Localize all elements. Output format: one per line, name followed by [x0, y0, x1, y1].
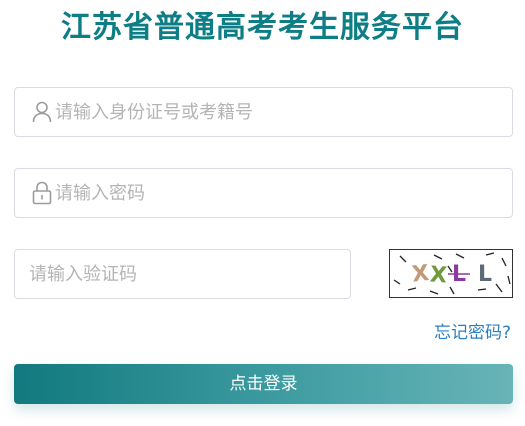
page-title: 江苏省普通高考考生服务平台	[61, 10, 464, 45]
captcha-char-4: L	[478, 262, 492, 287]
forgot-password-link[interactable]: 忘记密码?	[434, 322, 511, 344]
captcha-image[interactable]: X X L L	[389, 249, 513, 298]
login-page: 江苏省普通高考考生服务平台 请输入身份证号或考籍号 请输入验证码 X X L L…	[0, 0, 525, 426]
captcha-char-1: X	[411, 261, 431, 288]
id-number-field[interactable]	[14, 87, 513, 137]
password-input[interactable]	[55, 173, 512, 213]
captcha-char-2: X	[429, 262, 448, 288]
password-field[interactable]	[14, 168, 513, 218]
login-button[interactable]: 点击登录	[14, 364, 513, 404]
captcha-input[interactable]	[29, 254, 350, 294]
user-icon	[31, 99, 53, 125]
lock-icon	[31, 180, 53, 206]
id-number-input[interactable]	[55, 92, 512, 132]
captcha-field[interactable]	[14, 249, 351, 299]
